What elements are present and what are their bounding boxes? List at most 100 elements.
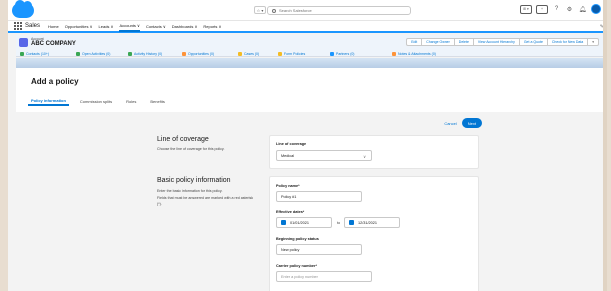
get-quote-button[interactable]: Get a Quote [518, 38, 548, 46]
nav-item-home[interactable]: Home [48, 20, 59, 32]
setup-icon[interactable]: ⚙ [565, 5, 574, 14]
chevron-down-icon: ∨ [363, 154, 366, 159]
required-fields-note: Fields that must be answered are marked … [157, 196, 254, 206]
carrier-policy-number-placeholder: Enter a policy number [281, 274, 318, 279]
related-link-label: Cases (0) [244, 52, 260, 56]
account-icon [19, 38, 28, 47]
open-activities-icon [76, 52, 80, 56]
more-actions-chevron-icon[interactable]: ▾ [587, 38, 599, 46]
related-link-label: Contacts (10+) [26, 52, 50, 56]
change-owner-button[interactable]: Change Owner [421, 38, 455, 46]
related-link-form-policies[interactable]: Form Policies [278, 52, 305, 56]
trailhead-icon[interactable]: ⊞ ▾ [520, 4, 532, 14]
app-window: ☆ ▾ Search Salesforce ⊞ ▾ + ? ⚙ 🔔︎ Sales… [8, 0, 607, 291]
nav-item-opportunities[interactable]: Opportunities ∨ [65, 20, 93, 32]
related-link-label: Open Activities (0) [82, 52, 111, 56]
contacts-icon [20, 52, 24, 56]
user-avatar[interactable] [591, 4, 601, 14]
end-date-input[interactable]: 12/31/2021 [344, 217, 400, 228]
modal-tabs: Policy information Commission splits Rol… [28, 96, 176, 106]
app-launcher-icon[interactable] [14, 22, 22, 30]
check-new-data-button[interactable]: Check for New Data [546, 38, 589, 46]
related-link-cases[interactable]: Cases (0) [238, 52, 259, 56]
carrier-policy-number-input[interactable]: Enter a policy number [276, 271, 372, 282]
related-list-quick-links: Contacts (10+) Open Activities (0) Activ… [16, 50, 603, 58]
start-date-input[interactable]: 01/01/2021 [276, 217, 332, 228]
coverage-section-title: Line of coverage [157, 136, 209, 143]
start-date-value: 01/01/2021 [290, 220, 310, 225]
search-icon [272, 8, 276, 13]
line-of-coverage-value: Medical [281, 153, 295, 158]
basic-info-card: Policy name* Policy #1 Effective dates* … [269, 176, 479, 291]
status-label: Beginning policy status [276, 237, 319, 241]
modal-title: Add a policy [31, 77, 79, 86]
related-link-label: Notes & Attachments (0) [398, 52, 436, 56]
next-button[interactable]: Next [461, 118, 482, 128]
tab-benefits[interactable]: Benefits [147, 96, 167, 106]
nav-item-contacts[interactable]: Contacts ∨ [146, 20, 166, 32]
tab-roles[interactable]: Roles [123, 96, 139, 106]
opportunities-icon [182, 52, 186, 56]
app-navigation: Sales Home Opportunities ∨ Leads ∨ Accou… [8, 21, 607, 33]
calendar-icon[interactable] [349, 220, 354, 225]
edit-button[interactable]: Edit [406, 38, 423, 46]
policy-name-value: Policy #1 [281, 194, 297, 199]
tab-policy-information[interactable]: Policy information [28, 96, 69, 106]
related-link-activity-history[interactable]: Activity History (0) [128, 52, 162, 56]
form-actions: Cancel Next [444, 118, 482, 128]
calendar-icon[interactable] [281, 220, 286, 225]
utility-bar: ⊞ ▾ + ? ⚙ 🔔︎ [520, 4, 601, 14]
app-name: Sales [25, 23, 41, 29]
related-link-contacts[interactable]: Contacts (10+) [20, 52, 49, 56]
window-edge [603, 0, 607, 291]
policy-name-input[interactable]: Policy #1 [276, 191, 362, 202]
end-date-value: 12/31/2021 [358, 220, 378, 225]
coverage-field-label: Line of coverage [276, 142, 307, 146]
cases-icon [238, 52, 242, 56]
policy-status-value: New policy [281, 247, 300, 252]
cancel-button[interactable]: Cancel [444, 121, 456, 126]
view-hierarchy-button[interactable]: View Account Hierarchy [472, 38, 520, 46]
modal-header: Add a policy Policy information Commissi… [16, 68, 603, 112]
carrier-policy-number-label: Carrier policy number* [276, 264, 317, 268]
notes-attachments-icon [392, 52, 396, 56]
add-icon[interactable]: + [536, 4, 548, 14]
related-link-open-activities[interactable]: Open Activities (0) [76, 52, 110, 56]
effective-dates-label: Effective dates* [276, 210, 305, 214]
coverage-card: Line of coverage Medical ∨ [269, 135, 479, 169]
nav-item-reports[interactable]: Reports ∨ [203, 20, 221, 32]
related-link-partners[interactable]: Partners (0) [330, 52, 354, 56]
favorites-button[interactable]: ☆ ▾ [254, 6, 266, 14]
global-header: ☆ ▾ Search Salesforce ⊞ ▾ + ? ⚙ 🔔︎ [8, 0, 607, 21]
basic-section-description: Enter the basic information for this pol… [157, 189, 223, 193]
nav-item-leads[interactable]: Leads ∨ [99, 20, 114, 32]
notification-icon[interactable]: 🔔︎ [578, 5, 587, 14]
policy-status-input[interactable]: New policy [276, 244, 362, 255]
global-search[interactable]: Search Salesforce [267, 6, 411, 15]
date-range-separator: to [337, 221, 341, 225]
line-of-coverage-select[interactable]: Medical ∨ [276, 150, 372, 161]
add-policy-modal: Add a policy Policy information Commissi… [16, 68, 603, 291]
form-policies-icon [278, 52, 282, 56]
related-link-label: Partners (0) [336, 52, 355, 56]
related-link-opportunities[interactable]: Opportunities (0) [182, 52, 214, 56]
record-actions: Edit Change Owner Delete View Account Hi… [406, 38, 599, 46]
record-name: ABC COMPANY [31, 41, 76, 47]
related-link-label: Activity History (0) [134, 52, 163, 56]
coverage-section-description: Choose the line of coverage for this pol… [157, 147, 225, 151]
delete-button[interactable]: Delete [453, 38, 474, 46]
nav-item-accounts[interactable]: Accounts ∨ [119, 20, 140, 32]
modal-backdrop-band [16, 58, 603, 68]
help-icon[interactable]: ? [552, 5, 561, 14]
policy-name-label: Policy name* [276, 184, 300, 188]
nav-item-dashboards[interactable]: Dashboards ∨ [172, 20, 198, 32]
related-link-label: Form Policies [284, 52, 306, 56]
related-link-notes-attachments[interactable]: Notes & Attachments (0) [392, 52, 436, 56]
search-placeholder: Search Salesforce [279, 8, 312, 13]
basic-section-title: Basic policy information [157, 177, 231, 184]
tab-commission-splits[interactable]: Commission splits [77, 96, 115, 106]
partners-icon [330, 52, 334, 56]
activity-history-icon [128, 52, 132, 56]
salesforce-logo[interactable] [12, 0, 34, 18]
related-link-label: Opportunities (0) [188, 52, 215, 56]
